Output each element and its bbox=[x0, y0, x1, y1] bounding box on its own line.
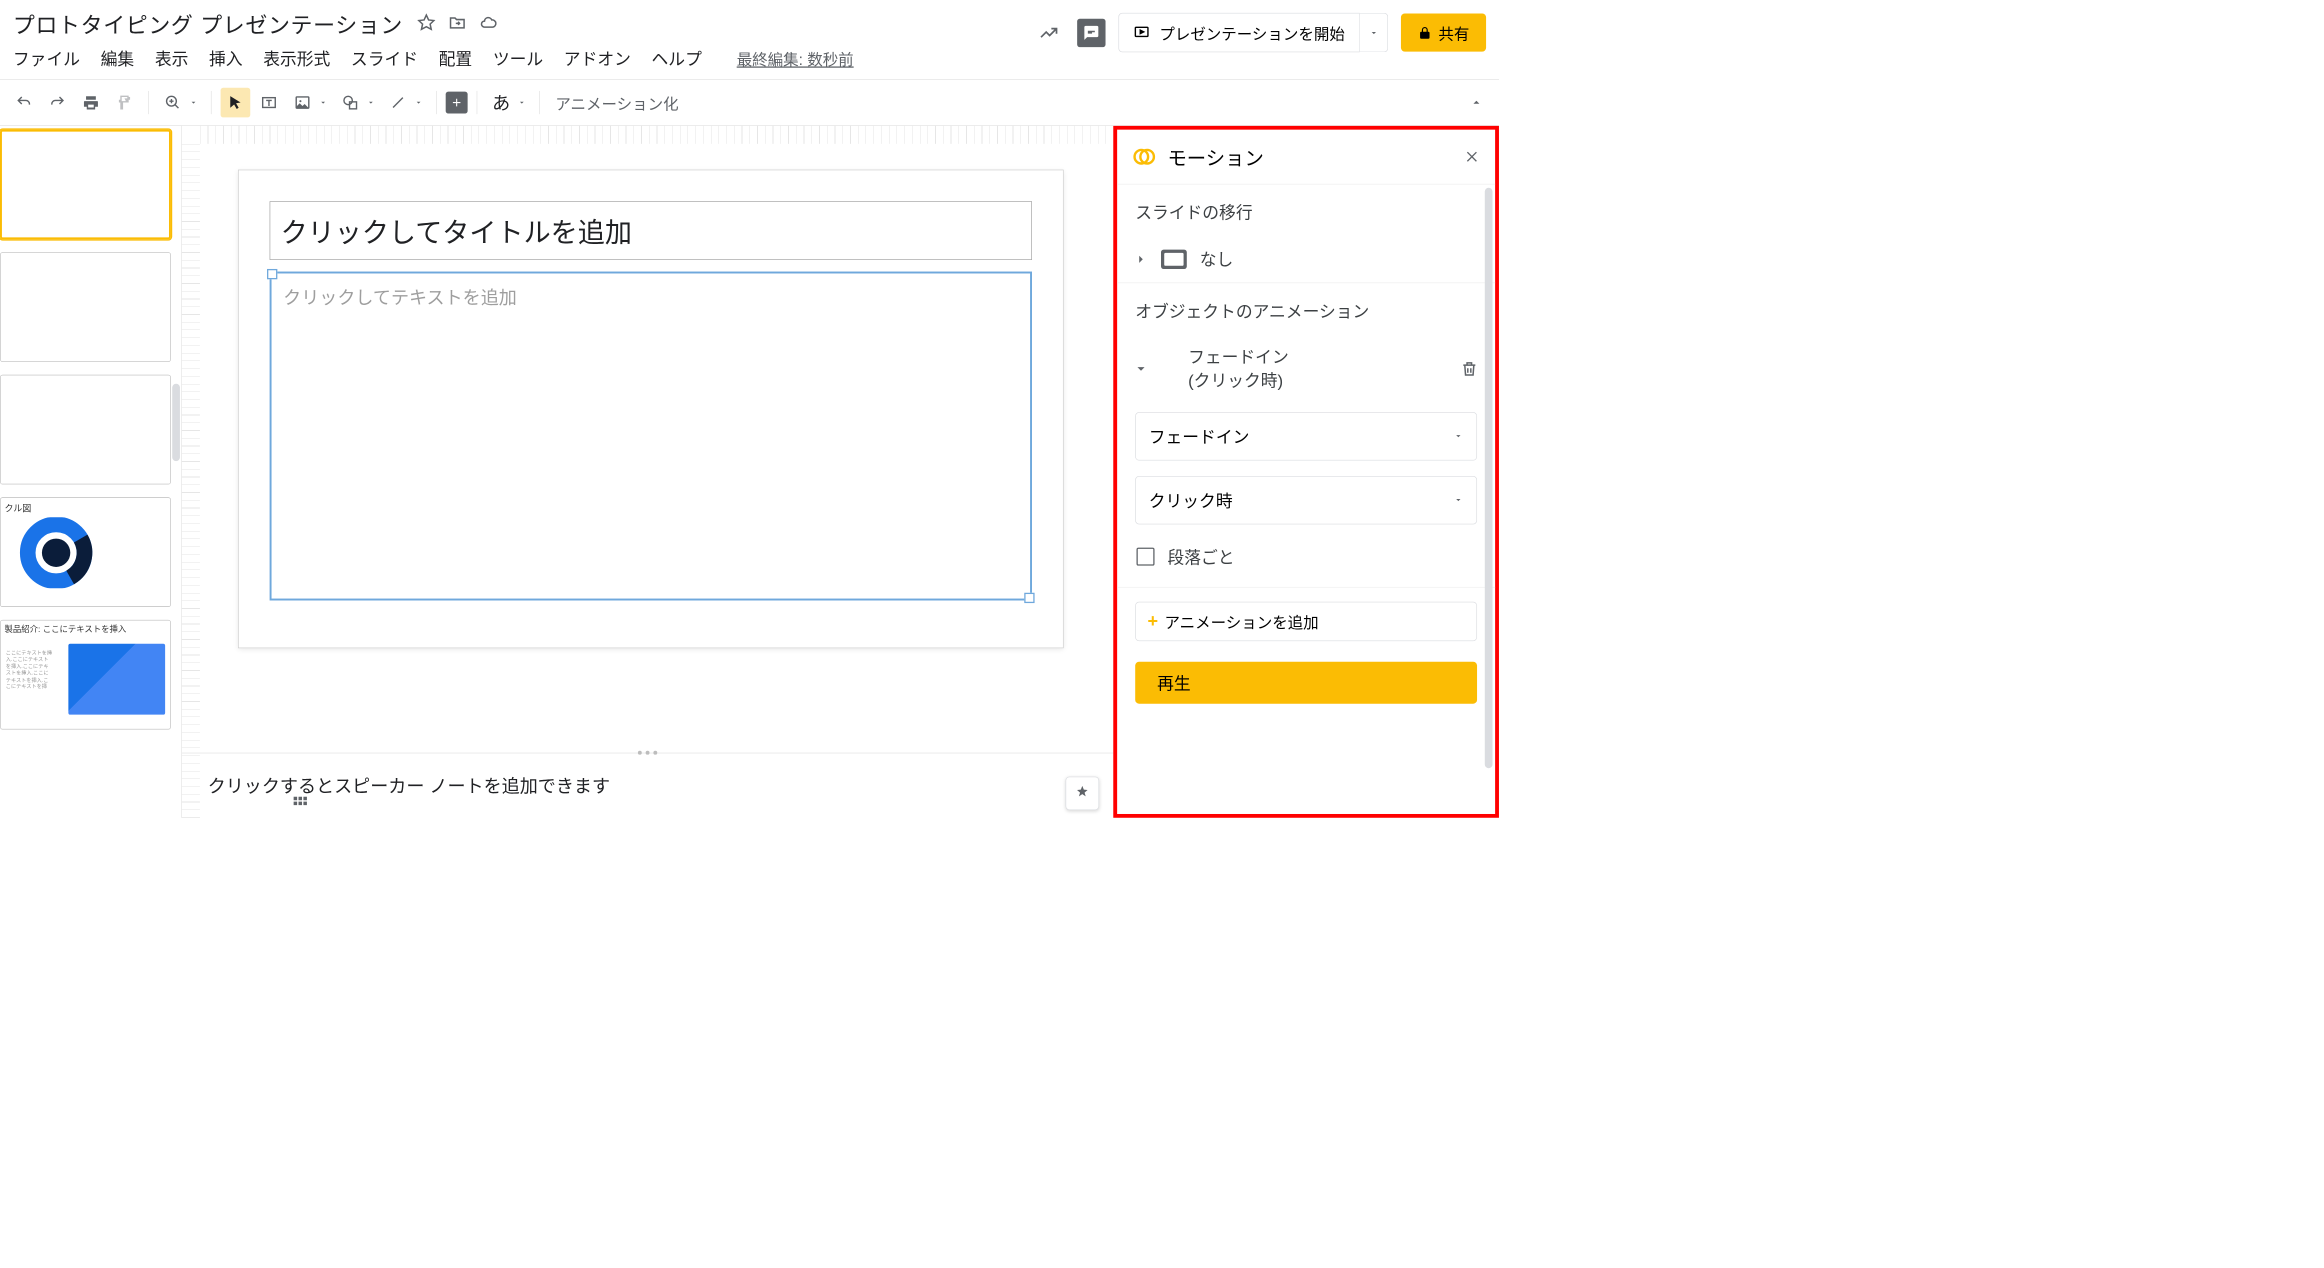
close-panel-button[interactable] bbox=[1464, 149, 1479, 164]
horizontal-ruler bbox=[200, 126, 1113, 144]
thumbnail-scrollbar[interactable] bbox=[172, 384, 180, 461]
menu-help[interactable]: ヘルプ bbox=[652, 46, 702, 70]
textbox-tool[interactable] bbox=[254, 88, 284, 118]
zoom-dropdown[interactable] bbox=[189, 98, 198, 107]
line-tool[interactable] bbox=[383, 88, 413, 118]
explore-button[interactable] bbox=[1066, 777, 1100, 811]
animation-trigger: (クリック時) bbox=[1188, 369, 1446, 392]
new-slide-button[interactable] bbox=[446, 92, 468, 114]
checkbox-icon bbox=[1136, 548, 1154, 566]
animation-item-header[interactable]: フェードイン (クリック時) bbox=[1117, 334, 1495, 404]
present-dropdown[interactable] bbox=[1360, 13, 1388, 52]
share-button[interactable]: 共有 bbox=[1401, 14, 1486, 52]
transition-row[interactable]: なし bbox=[1117, 235, 1495, 282]
chevron-down-icon bbox=[1134, 362, 1148, 376]
play-button[interactable]: 再生 bbox=[1135, 662, 1477, 704]
slide-canvas-area: クリックしてタイトルを追加 クリックしてテキストを追加 クリックするとスピーカー… bbox=[182, 126, 1113, 818]
slide-thumbnail-3[interactable] bbox=[0, 375, 171, 485]
slide-icon bbox=[1161, 249, 1187, 268]
transition-value: なし bbox=[1200, 247, 1234, 271]
slide-thumbnail-1[interactable] bbox=[0, 130, 171, 240]
star-icon[interactable] bbox=[417, 14, 436, 33]
grid-view-button[interactable] bbox=[292, 795, 309, 812]
vertical-ruler bbox=[182, 144, 200, 818]
cloud-status-icon[interactable] bbox=[479, 14, 498, 33]
add-animation-button[interactable]: + アニメーションを追加 bbox=[1135, 602, 1477, 641]
image-tool[interactable] bbox=[288, 88, 318, 118]
ime-dropdown[interactable] bbox=[517, 98, 526, 107]
toolbar: あ アニメーション化 bbox=[0, 79, 1499, 125]
menu-view[interactable]: 表示 bbox=[155, 46, 189, 70]
present-button[interactable]: プレゼンテーションを開始 bbox=[1119, 13, 1360, 52]
paragraph-check-label: 段落ごと bbox=[1167, 545, 1234, 569]
animation-trigger-value: クリック時 bbox=[1149, 488, 1233, 512]
slide-canvas[interactable]: クリックしてタイトルを追加 クリックしてテキストを追加 bbox=[238, 170, 1064, 649]
speaker-notes[interactable]: クリックするとスピーカー ノートを追加できます bbox=[182, 753, 1113, 818]
menu-tools[interactable]: ツール bbox=[493, 46, 543, 70]
print-button[interactable] bbox=[76, 88, 106, 118]
animation-type-select[interactable]: フェードイン bbox=[1135, 412, 1477, 460]
menu-addons[interactable]: アドオン bbox=[564, 46, 631, 70]
redo-button[interactable] bbox=[43, 88, 73, 118]
select-tool[interactable] bbox=[221, 88, 251, 118]
zoom-button[interactable] bbox=[158, 88, 188, 118]
last-edit-link[interactable]: 最終編集: 数秒前 bbox=[737, 47, 854, 70]
motion-panel: モーション スライドの移行 なし オブジェクトのアニメーション フェードイン (… bbox=[1113, 126, 1499, 818]
slide-thumbnail-2[interactable] bbox=[0, 252, 171, 362]
animation-type-value: フェードイン bbox=[1149, 424, 1250, 448]
line-dropdown[interactable] bbox=[414, 98, 423, 107]
thumb-4-title: クル図 bbox=[5, 502, 167, 515]
add-animation-label: アニメーションを追加 bbox=[1164, 610, 1318, 633]
move-folder-icon[interactable] bbox=[448, 14, 467, 33]
shape-tool[interactable] bbox=[335, 88, 365, 118]
plus-icon: + bbox=[1147, 611, 1158, 632]
menu-edit[interactable]: 編集 bbox=[101, 46, 135, 70]
paragraph-checkbox[interactable]: 段落ごと bbox=[1117, 532, 1495, 582]
comments-icon[interactable] bbox=[1077, 18, 1105, 46]
menu-format[interactable]: 表示形式 bbox=[263, 46, 330, 70]
slide-thumbnail-4[interactable]: クル図 bbox=[0, 497, 171, 607]
document-title[interactable]: プロトタイピング プレゼンテーション bbox=[13, 7, 403, 39]
menu-arrange[interactable]: 配置 bbox=[439, 46, 473, 70]
animation-button[interactable]: アニメーション化 bbox=[555, 91, 678, 114]
shape-dropdown[interactable] bbox=[366, 98, 375, 107]
slide-body-placeholder[interactable]: クリックしてテキストを追加 bbox=[270, 272, 1032, 601]
speaker-notes-placeholder: クリックするとスピーカー ノートを追加できます bbox=[208, 777, 610, 797]
present-label: プレゼンテーションを開始 bbox=[1159, 21, 1344, 44]
animation-name: フェードイン bbox=[1188, 346, 1446, 369]
thumb-5-title: 製品紹介: ここにテキストを挿入 bbox=[5, 624, 167, 634]
menu-file[interactable]: ファイル bbox=[13, 46, 80, 70]
slide-thumbnail-5[interactable]: 製品紹介: ここにテキストを挿入 ここにテキストを挿入.ここにテキストを挿入.こ… bbox=[0, 620, 171, 730]
menu-insert[interactable]: 挿入 bbox=[209, 46, 243, 70]
transition-section-title: スライドの移行 bbox=[1117, 184, 1495, 236]
toolbar-collapse[interactable] bbox=[1469, 95, 1490, 109]
ime-indicator[interactable]: あ bbox=[486, 88, 516, 118]
undo-button[interactable] bbox=[9, 88, 39, 118]
animation-trigger-select[interactable]: クリック時 bbox=[1135, 476, 1477, 524]
share-label: 共有 bbox=[1438, 21, 1469, 44]
image-dropdown[interactable] bbox=[319, 98, 328, 107]
menu-slide[interactable]: スライド bbox=[351, 46, 418, 70]
delete-animation-button[interactable] bbox=[1460, 360, 1478, 378]
paint-format-button[interactable] bbox=[110, 88, 140, 118]
motion-panel-scrollbar[interactable] bbox=[1485, 188, 1493, 769]
motion-panel-title: モーション bbox=[1167, 143, 1263, 171]
slide-title-placeholder[interactable]: クリックしてタイトルを追加 bbox=[270, 201, 1032, 260]
chevron-right-icon bbox=[1134, 252, 1148, 266]
object-animation-section-title: オブジェクトのアニメーション bbox=[1117, 283, 1495, 335]
slide-thumbnail-panel: クル図 製品紹介: ここにテキストを挿入 ここにテキストを挿入.ここにテキストを… bbox=[0, 126, 182, 818]
activity-icon[interactable] bbox=[1034, 17, 1065, 48]
motion-icon bbox=[1133, 145, 1156, 168]
